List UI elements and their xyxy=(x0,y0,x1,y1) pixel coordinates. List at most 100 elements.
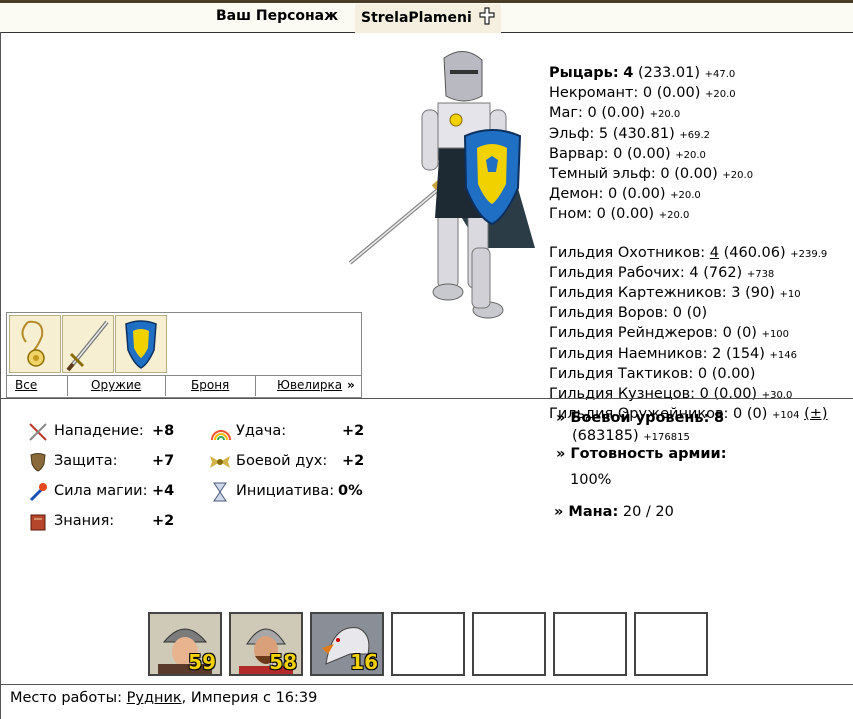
guilds-name: Гильдия Тактиков: xyxy=(549,365,694,382)
guilds-next: +100 xyxy=(761,329,790,341)
factions-level: 0 xyxy=(608,186,618,203)
tabs-more-arrow[interactable]: » xyxy=(347,378,355,392)
guilds-name: Гильдия Охотников: xyxy=(549,244,706,261)
morale-value: +2 xyxy=(342,453,365,469)
inventory-slot-3[interactable] xyxy=(115,315,167,373)
guilds-name: Гильдия Воров: xyxy=(549,305,669,322)
guilds-row: Гильдия Наемников: 2 (154) +146 xyxy=(549,345,828,365)
cross-icon xyxy=(479,7,495,25)
knowledge-label: Знания: xyxy=(54,513,115,529)
inventory-slot-2[interactable] xyxy=(62,315,114,373)
factions-level: 0 xyxy=(596,206,606,223)
factions-level: 0 xyxy=(613,145,623,162)
guilds-name: Гильдия Рейнджеров: xyxy=(549,325,718,342)
morale-icon xyxy=(210,456,230,468)
luck-value: +2 xyxy=(342,423,365,439)
factions-name: Варвар: xyxy=(549,145,609,162)
initiative-label: Инициатива: xyxy=(236,483,335,499)
factions-next: +69.2 xyxy=(679,129,711,141)
morale-label: Боевой дух: xyxy=(236,453,328,469)
army-panel: 59 58 16 xyxy=(148,612,712,678)
guilds-level: 4 xyxy=(689,264,699,281)
guilds-points: (0) xyxy=(746,406,768,423)
army-slot-6[interactable] xyxy=(553,612,627,676)
tab-armor[interactable]: Броня xyxy=(191,378,229,392)
tab-weapons[interactable]: Оружие xyxy=(91,378,141,392)
army-slot-count: 16 xyxy=(350,650,378,674)
guilds-level[interactable]: 4 xyxy=(710,245,719,261)
guilds-points: (762) xyxy=(703,264,743,281)
army-readiness-label: Готовность армии: xyxy=(570,446,727,462)
nickname-tab[interactable]: StrelaPlameni xyxy=(355,4,501,33)
shield-icon xyxy=(125,320,157,369)
guilds-points: (154) xyxy=(725,345,765,362)
guilds-points: (460.06) xyxy=(723,244,786,261)
guilds-points: (90) xyxy=(745,285,775,302)
guilds-next: +239.9 xyxy=(790,248,828,260)
army-slot-count: 58 xyxy=(269,650,297,674)
work-place-link[interactable]: Рудник xyxy=(127,690,182,706)
guilds-row: Гильдия Рейнджеров: 0 (0) +100 xyxy=(549,324,828,344)
inventory-tabs: Все Оружие Броня Ювелирка » xyxy=(7,375,361,396)
factions-points: (0.00) xyxy=(656,85,701,102)
factions-row: Гном: 0 (0.00) +20.0 xyxy=(549,205,828,225)
guilds-next: +10 xyxy=(779,289,801,301)
army-slot-4[interactable] xyxy=(391,612,465,676)
guilds-row: Гильдия Картежников: 3 (90) +10 xyxy=(549,284,828,304)
initiative-value: 0% xyxy=(338,483,363,499)
magic-label: Сила магии: xyxy=(54,483,148,499)
guilds-points: (0.00) xyxy=(711,365,756,382)
tab-all[interactable]: Все xyxy=(15,378,37,392)
factions-name: Гном: xyxy=(549,206,593,223)
divider xyxy=(0,398,853,399)
army-readiness-row: » Готовность армии: xyxy=(556,446,727,462)
guilds-points: (0.00) xyxy=(713,386,758,403)
experience-row: (683185) +176815 xyxy=(572,428,690,444)
army-slot-5[interactable] xyxy=(472,612,546,676)
guilds-level: 2 xyxy=(712,345,722,362)
army-slot-2[interactable]: 58 xyxy=(229,612,303,676)
mana-row: » Мана: 20 / 20 xyxy=(554,504,674,520)
guilds-level: 0 xyxy=(699,386,709,403)
factions-name: Эльф: xyxy=(549,125,595,142)
guild-extra-link[interactable]: (±) xyxy=(804,406,827,422)
defense-label: Защита: xyxy=(54,453,118,469)
work-label: Место работы: xyxy=(10,690,123,706)
experience-next: +176815 xyxy=(643,432,690,443)
guilds-level: 3 xyxy=(731,285,741,302)
top-stripe xyxy=(0,0,853,3)
guilds-level: 0 xyxy=(733,406,743,423)
factions-level: 0 xyxy=(587,105,597,122)
combat-level-row: » Боевой уровень: 8 xyxy=(556,410,725,426)
guilds-next: +30.0 xyxy=(761,390,793,402)
factions-row: Маг: 0 (0.00) +20.0 xyxy=(549,104,828,124)
factions-level: 5 xyxy=(598,125,609,142)
factions-level: 0 xyxy=(660,166,670,183)
guilds-points: (0) xyxy=(736,325,757,342)
tab-jewelry[interactable]: Ювелирка xyxy=(277,378,342,392)
factions-name: Демон: xyxy=(549,186,604,203)
factions-points: (0.00) xyxy=(601,105,645,122)
defense-value: +7 xyxy=(152,453,175,469)
guilds-next: +738 xyxy=(746,268,775,280)
army-slot-count: 59 xyxy=(188,650,216,674)
inventory-slot-1[interactable] xyxy=(9,315,61,373)
army-slot-7[interactable] xyxy=(634,612,708,676)
tab-separator xyxy=(165,376,166,396)
guilds-points: (0) xyxy=(686,305,708,322)
guilds-level: 0 xyxy=(672,305,683,322)
factions-points: (0.00) xyxy=(610,206,655,223)
guilds-name: Гильдия Наемников: xyxy=(549,345,708,362)
factions-next: +20.0 xyxy=(649,109,681,121)
army-slot-3[interactable]: 16 xyxy=(310,612,384,676)
factions-name: Некромант: xyxy=(549,85,639,102)
army-slot-1[interactable]: 59 xyxy=(148,612,222,676)
work-details: , Империя с 16:39 xyxy=(181,690,318,706)
factions-next: +20.0 xyxy=(675,149,706,161)
experience-value: (683185) xyxy=(572,428,639,444)
page-title: Ваш Персонаж xyxy=(216,8,339,24)
factions-row: Эльф: 5 (430.81) +69.2 xyxy=(549,125,828,145)
left-border xyxy=(0,32,1,719)
knowledge-icon xyxy=(30,514,46,531)
